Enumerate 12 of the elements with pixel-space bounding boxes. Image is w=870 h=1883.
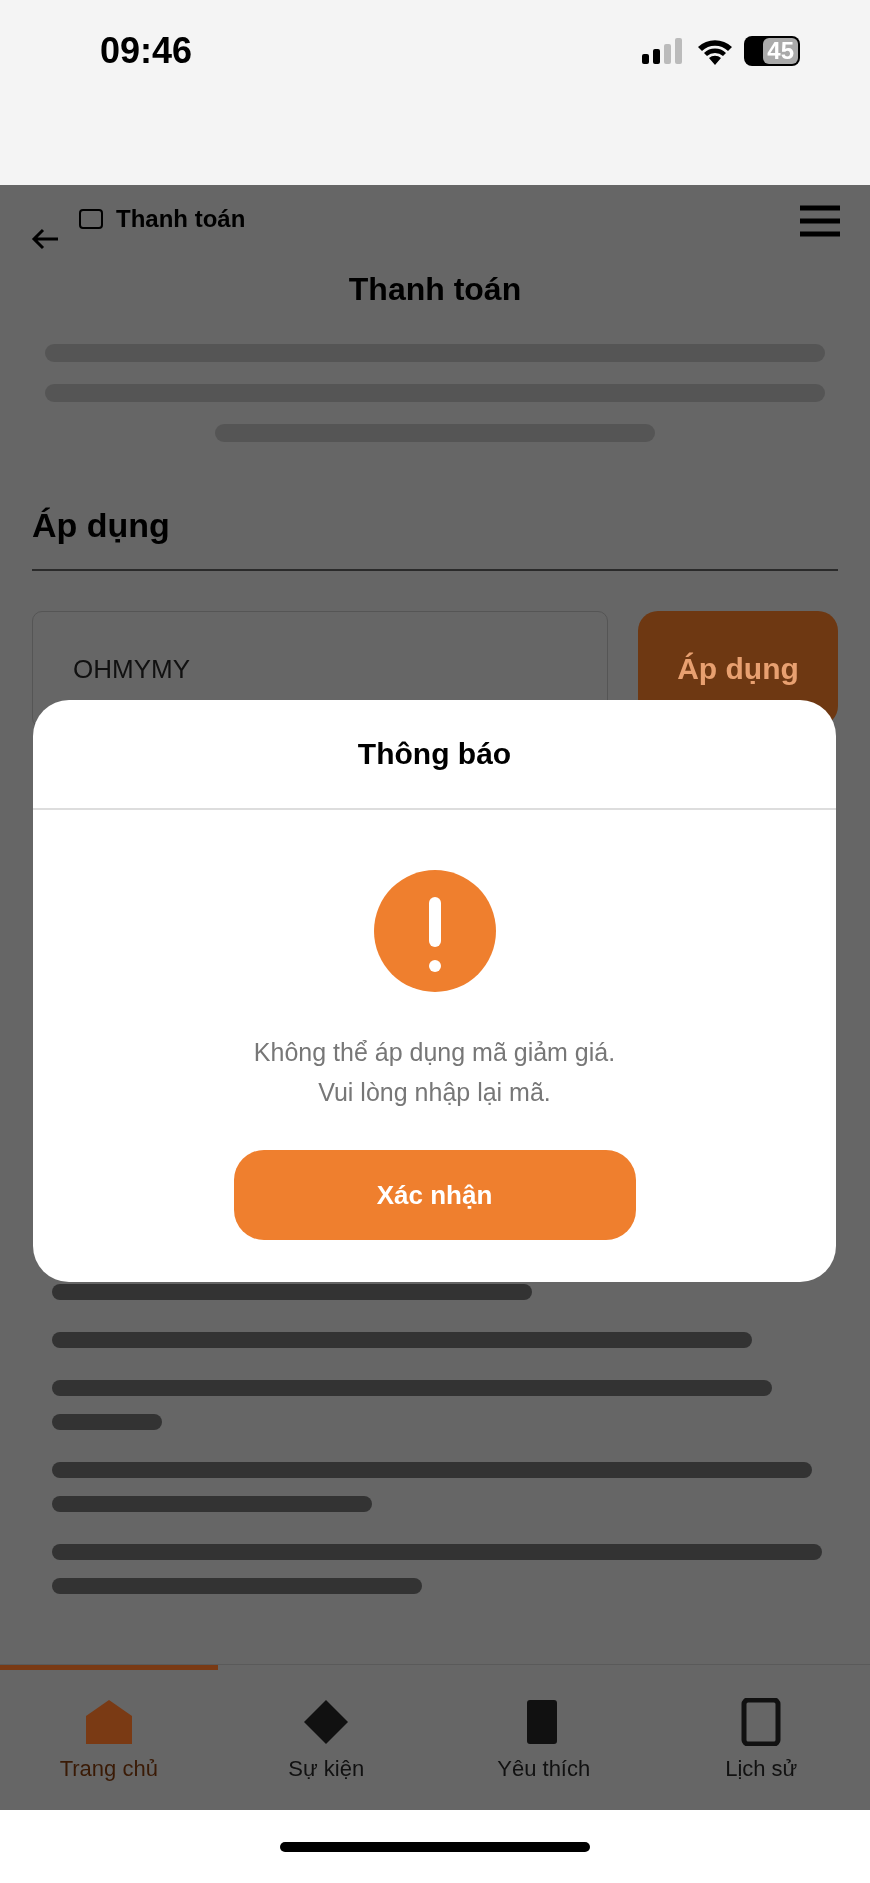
- section-title: Áp dụng: [32, 506, 838, 571]
- dialog-message: Không thể áp dụng mã giảm giá.: [253, 1037, 616, 1068]
- dialog-title: Thông báo: [33, 700, 836, 810]
- confirm-button[interactable]: Xác nhận: [233, 1150, 636, 1240]
- tab-item[interactable]: Lịch sử: [652, 1665, 870, 1810]
- status-time: 09:46: [100, 30, 193, 72]
- header-title: Thanh toán: [116, 205, 246, 233]
- page-heading: Thanh toán: [347, 271, 523, 308]
- battery-icon: 45: [744, 36, 800, 66]
- tab-item[interactable]: Yêu thích: [435, 1665, 653, 1810]
- dialog-message: Vui lòng nhập lại mã.: [318, 1077, 551, 1108]
- tab-item[interactable]: Sự kiện: [217, 1665, 435, 1810]
